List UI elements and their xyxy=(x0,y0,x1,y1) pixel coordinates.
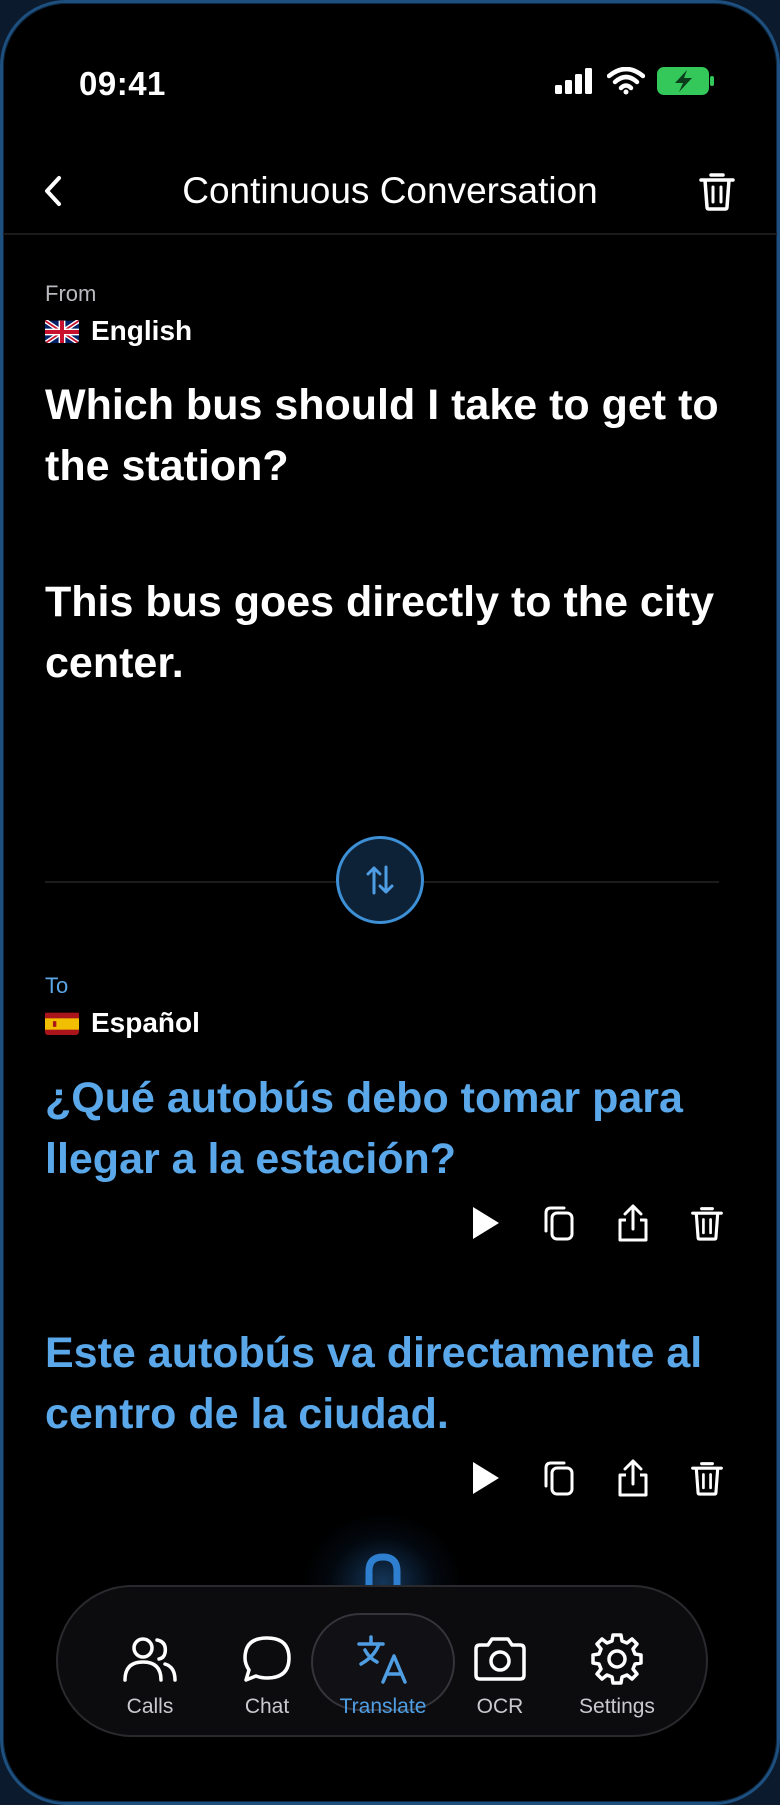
tab-label: OCR xyxy=(476,1695,524,1718)
translated-message: Este autobús va directamente al centro d… xyxy=(45,1329,703,1438)
camera-icon xyxy=(470,1631,530,1687)
copy-button[interactable] xyxy=(537,1456,581,1500)
chat-bubble-icon xyxy=(237,1631,297,1687)
translated-message: ¿Qué autobús debo tomar para llegar a la… xyxy=(45,1074,683,1183)
tab-label: Chat xyxy=(244,1695,290,1718)
share-button[interactable] xyxy=(611,1456,655,1500)
from-caption: From xyxy=(45,281,97,306)
trash-icon xyxy=(691,1462,723,1496)
wifi-icon xyxy=(606,66,646,100)
source-message: This bus goes directly to the city cente… xyxy=(45,578,715,687)
play-button[interactable] xyxy=(463,1456,507,1500)
copy-button[interactable] xyxy=(537,1201,581,1245)
tab-calls[interactable]: Calls xyxy=(94,1587,206,1735)
status-icons xyxy=(555,66,715,100)
uk-flag-icon xyxy=(45,319,79,343)
users-icon xyxy=(120,1631,180,1687)
tab-translate[interactable]: Translate xyxy=(327,1587,439,1735)
message-actions xyxy=(463,1201,729,1245)
trash-icon xyxy=(691,1207,723,1241)
trash-icon xyxy=(699,173,735,211)
play-icon xyxy=(473,1207,499,1239)
source-language-selector[interactable]: English xyxy=(45,315,192,347)
source-message: Which bus should I take to get to the st… xyxy=(45,381,719,490)
message-actions xyxy=(463,1456,729,1500)
tab-label: Translate xyxy=(339,1695,427,1718)
delete-message-button[interactable] xyxy=(685,1456,729,1500)
battery-charging-icon xyxy=(657,67,715,100)
tab-ocr[interactable]: OCR xyxy=(444,1587,556,1735)
swap-languages-button[interactable] xyxy=(336,836,424,924)
translate-icon xyxy=(353,1631,413,1687)
phone-screen: 09:41 Continuous Conversation From Engli… xyxy=(0,0,780,1805)
page-title: Continuous Conversation xyxy=(182,170,598,211)
share-button[interactable] xyxy=(611,1201,655,1245)
copy-icon xyxy=(544,1206,574,1241)
status-time: 09:41 xyxy=(79,65,166,102)
tab-chat[interactable]: Chat xyxy=(211,1587,323,1735)
tab-label: Settings xyxy=(579,1695,655,1718)
clear-conversation-button[interactable] xyxy=(687,161,747,221)
swap-arrows-icon xyxy=(366,865,394,895)
play-button[interactable] xyxy=(463,1201,507,1245)
status-bar: 09:41 xyxy=(3,3,777,153)
share-icon xyxy=(618,1459,648,1497)
source-language-label: English xyxy=(91,315,193,346)
gear-icon xyxy=(587,1631,647,1687)
copy-icon xyxy=(544,1461,574,1496)
target-language-label: Español xyxy=(91,1007,200,1038)
share-icon xyxy=(618,1204,648,1242)
delete-message-button[interactable] xyxy=(685,1201,729,1245)
tab-label: Calls xyxy=(126,1695,174,1718)
target-language-selector[interactable]: Español xyxy=(45,1007,200,1039)
to-caption: To xyxy=(45,973,69,998)
tab-settings[interactable]: Settings xyxy=(561,1587,673,1735)
tab-bar: Calls Chat Translate OCR Settings xyxy=(56,1585,708,1737)
header: Continuous Conversation xyxy=(3,153,777,235)
cellular-signal-icon xyxy=(555,68,595,99)
play-icon xyxy=(473,1462,499,1494)
spain-flag-icon xyxy=(45,1011,79,1035)
